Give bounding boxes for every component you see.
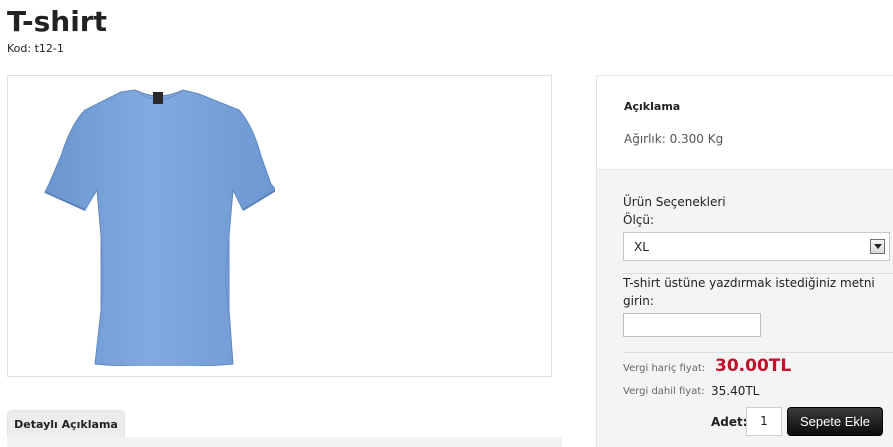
product-code: Kod: t12-1 (7, 42, 64, 55)
size-label: Ölçü: (623, 213, 655, 227)
description-panel: Açıklama Ağırlık: 0.300 Kg (596, 75, 893, 169)
price-ex-tax-value: 30.00TL (715, 356, 792, 376)
options-heading: Ürün Seçenekleri (623, 195, 726, 209)
weight-text: Ağırlık: 0.300 Kg (624, 132, 724, 146)
product-image[interactable] (43, 86, 275, 366)
price-ex-tax-label: Vergi hariç fiyat: (623, 363, 706, 374)
product-image-frame[interactable] (7, 75, 552, 377)
price-inc-tax-label: Vergi dahil fiyat: (623, 386, 705, 397)
size-select-value: XL (634, 240, 649, 254)
tab-content-strip (7, 437, 562, 447)
description-heading: Açıklama (624, 100, 681, 113)
divider (623, 352, 893, 353)
price-inc-tax-value: 35.40TL (711, 384, 760, 398)
quantity-input[interactable]: 1 (746, 407, 782, 436)
add-to-cart-button[interactable]: Sepete Ekle (787, 407, 883, 436)
print-text-input[interactable] (623, 313, 761, 337)
product-page: T-shirt Kod: t12-1 Detaylı Açıklama Açık… (0, 0, 893, 447)
page-title: T-shirt (7, 5, 107, 38)
quantity-label: Adet: (711, 415, 748, 429)
size-select[interactable]: XL (623, 232, 890, 261)
options-panel: Ürün Seçenekleri Ölçü: XL T-shirt üstüne… (596, 169, 893, 447)
chevron-down-icon[interactable] (870, 239, 885, 254)
tab-detailed-description[interactable]: Detaylı Açıklama (7, 410, 125, 437)
print-text-label: T-shirt üstüne yazdırmak istediğiniz met… (623, 276, 875, 308)
